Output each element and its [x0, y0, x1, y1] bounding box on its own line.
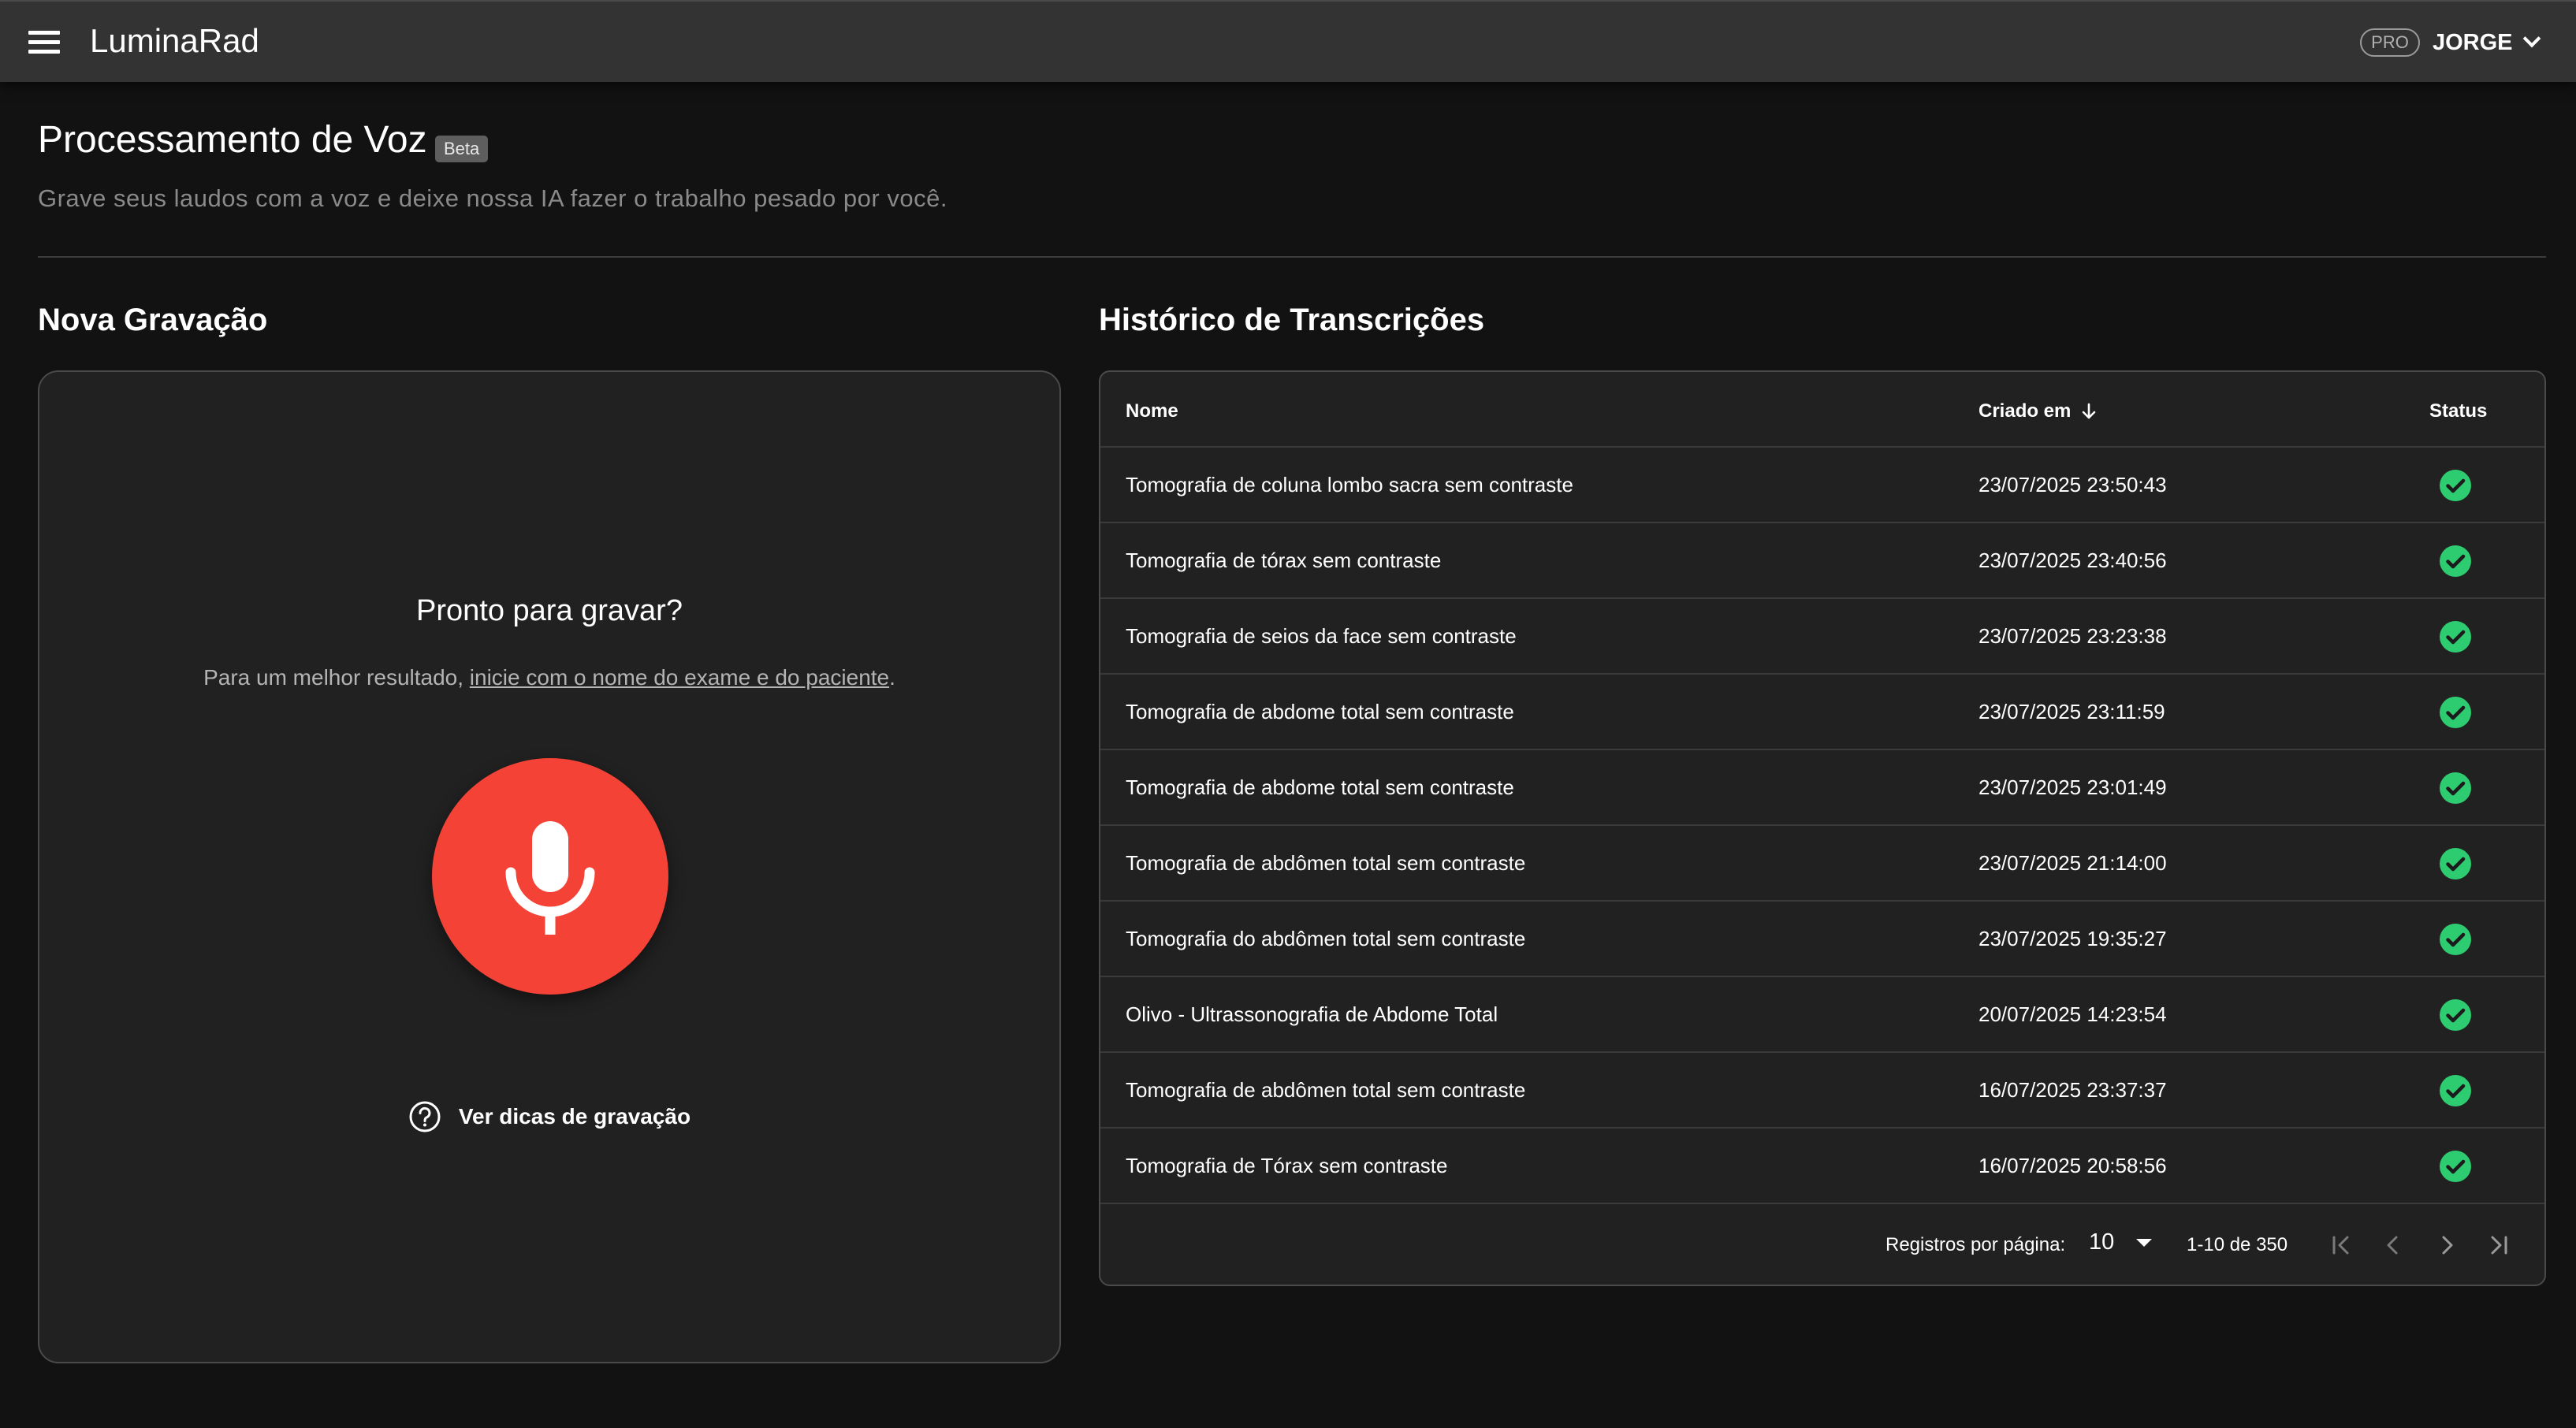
- check-circle-icon: [2440, 1075, 2471, 1106]
- check-circle-icon: [2440, 1151, 2471, 1182]
- pro-badge: PRO: [2360, 28, 2420, 57]
- table-row[interactable]: Tomografia do abdômen total sem contrast…: [1100, 902, 2544, 977]
- table-row[interactable]: Tomografia de seios da face sem contrast…: [1100, 599, 2544, 675]
- table-row[interactable]: Tomografia de abdome total sem contraste…: [1100, 750, 2544, 826]
- beta-badge: Beta: [435, 136, 489, 162]
- rows-per-page-value: 10: [2089, 1229, 2115, 1255]
- caret-down-icon: [2136, 1238, 2153, 1247]
- menu-icon[interactable]: [28, 28, 61, 55]
- column-header-status[interactable]: Status: [2429, 400, 2487, 422]
- table-row[interactable]: Tomografia de abdome total sem contraste…: [1100, 675, 2544, 750]
- row-name: Tomografia de Tórax sem contraste: [1126, 1154, 1448, 1177]
- hint-link[interactable]: inicie com o nome do exame e do paciente: [470, 665, 889, 690]
- hint-prefix: Para um melhor resultado,: [203, 665, 470, 690]
- row-created-at: 23/07/2025 23:23:38: [1979, 624, 2167, 648]
- pagination-range: 1-10 de 350: [2187, 1234, 2288, 1255]
- row-created-at: 20/07/2025 14:23:54: [1979, 1002, 2167, 1026]
- row-name: Tomografia de abdômen total sem contrast…: [1126, 1078, 1526, 1102]
- rows-per-page-label: Registros por página:: [1885, 1234, 2066, 1255]
- check-circle-icon: [2440, 848, 2471, 879]
- recording-hint: Para um melhor resultado, inicie com o n…: [39, 665, 1059, 690]
- table-pagination: Registros por página: 10 1-10 de 350: [1100, 1206, 2544, 1285]
- check-circle-icon: [2440, 470, 2471, 501]
- row-created-at: 23/07/2025 23:40:56: [1979, 549, 2167, 572]
- hint-suffix: .: [889, 665, 895, 690]
- app-title: LuminaRad: [90, 22, 259, 59]
- next-page-icon[interactable]: [2431, 1229, 2462, 1261]
- row-name: Olivo - Ultrassonografia de Abdome Total: [1126, 1002, 1498, 1026]
- column-header-created-label: Criado em: [1979, 400, 2072, 422]
- page-title: Processamento de Voz: [38, 119, 427, 161]
- check-circle-icon: [2440, 924, 2471, 955]
- table-row[interactable]: Tomografia de Tórax sem contraste 16/07/2…: [1100, 1129, 2544, 1204]
- chevron-down-icon: [2522, 29, 2541, 48]
- check-circle-icon: [2440, 545, 2471, 577]
- history-title: Histórico de Transcrições: [1099, 303, 1485, 337]
- ready-to-record-text: Pronto para gravar?: [416, 594, 683, 627]
- first-page-icon[interactable]: [2325, 1229, 2357, 1261]
- record-button[interactable]: [432, 758, 668, 995]
- row-created-at: 16/07/2025 20:58:56: [1979, 1154, 2167, 1177]
- table-header: Nome Criado em Status: [1100, 372, 2544, 448]
- tips-label: Ver dicas de gravação: [458, 1104, 691, 1129]
- column-header-created[interactable]: Criado em: [1979, 400, 2099, 422]
- table-row[interactable]: Tomografia de abdômen total sem contrast…: [1100, 826, 2544, 902]
- table-row[interactable]: Tomografia de coluna lombo sacra sem con…: [1100, 448, 2544, 523]
- row-created-at: 23/07/2025 21:14:00: [1979, 851, 2167, 875]
- row-created-at: 23/07/2025 23:11:59: [1979, 700, 2165, 723]
- user-menu-button[interactable]: JORGE: [2433, 25, 2541, 60]
- row-created-at: 23/07/2025 19:35:27: [1979, 927, 2167, 950]
- check-circle-icon: [2440, 772, 2471, 804]
- column-header-name[interactable]: Nome: [1126, 400, 1178, 422]
- row-name: Tomografia de abdome total sem contraste: [1126, 775, 1514, 799]
- microphone-icon: [505, 821, 595, 935]
- rows-per-page-select[interactable]: 10: [2089, 1229, 2153, 1255]
- row-name: Tomografia de tórax sem contraste: [1126, 549, 1442, 572]
- row-name: Tomografia de seios da face sem contrast…: [1126, 624, 1517, 648]
- recording-card: Pronto para gravar? Para um melhor resul…: [38, 370, 1061, 1363]
- table-row[interactable]: Olivo - Ultrassonografia de Abdome Total…: [1100, 977, 2544, 1053]
- row-created-at: 23/07/2025 23:50:43: [1979, 473, 2167, 496]
- row-name: Tomografia de abdome total sem contraste: [1126, 700, 1514, 723]
- user-name: JORGE: [2433, 29, 2513, 55]
- page-subtitle: Grave seus laudos com a voz e deixe noss…: [38, 184, 947, 212]
- header-divider: [38, 256, 2546, 258]
- check-circle-icon: [2440, 621, 2471, 653]
- top-app-bar: LuminaRad PRO JORGE: [0, 0, 2576, 82]
- row-created-at: 23/07/2025 23:01:49: [1979, 775, 2167, 799]
- new-recording-title: Nova Gravação: [38, 303, 268, 337]
- row-created-at: 16/07/2025 23:37:37: [1979, 1078, 2167, 1102]
- arrow-down-icon: [2083, 403, 2096, 419]
- last-page-icon[interactable]: [2483, 1229, 2515, 1261]
- check-circle-icon: [2440, 697, 2471, 728]
- table-row[interactable]: Tomografia de tórax sem contraste 23/07/2…: [1100, 523, 2544, 599]
- previous-page-icon[interactable]: [2377, 1229, 2409, 1261]
- help-circle-icon: [409, 1101, 441, 1132]
- transcriptions-table: Nome Criado em Status Tomografia de colu…: [1099, 370, 2546, 1286]
- recording-tips-button[interactable]: Ver dicas de gravação: [39, 1100, 1059, 1133]
- row-name: Tomografia do abdômen total sem contrast…: [1126, 927, 1526, 950]
- check-circle-icon: [2440, 999, 2471, 1031]
- row-name: Tomografia de coluna lombo sacra sem con…: [1126, 473, 1573, 496]
- table-row[interactable]: Tomografia de abdômen total sem contrast…: [1100, 1053, 2544, 1129]
- row-name: Tomografia de abdômen total sem contrast…: [1126, 851, 1526, 875]
